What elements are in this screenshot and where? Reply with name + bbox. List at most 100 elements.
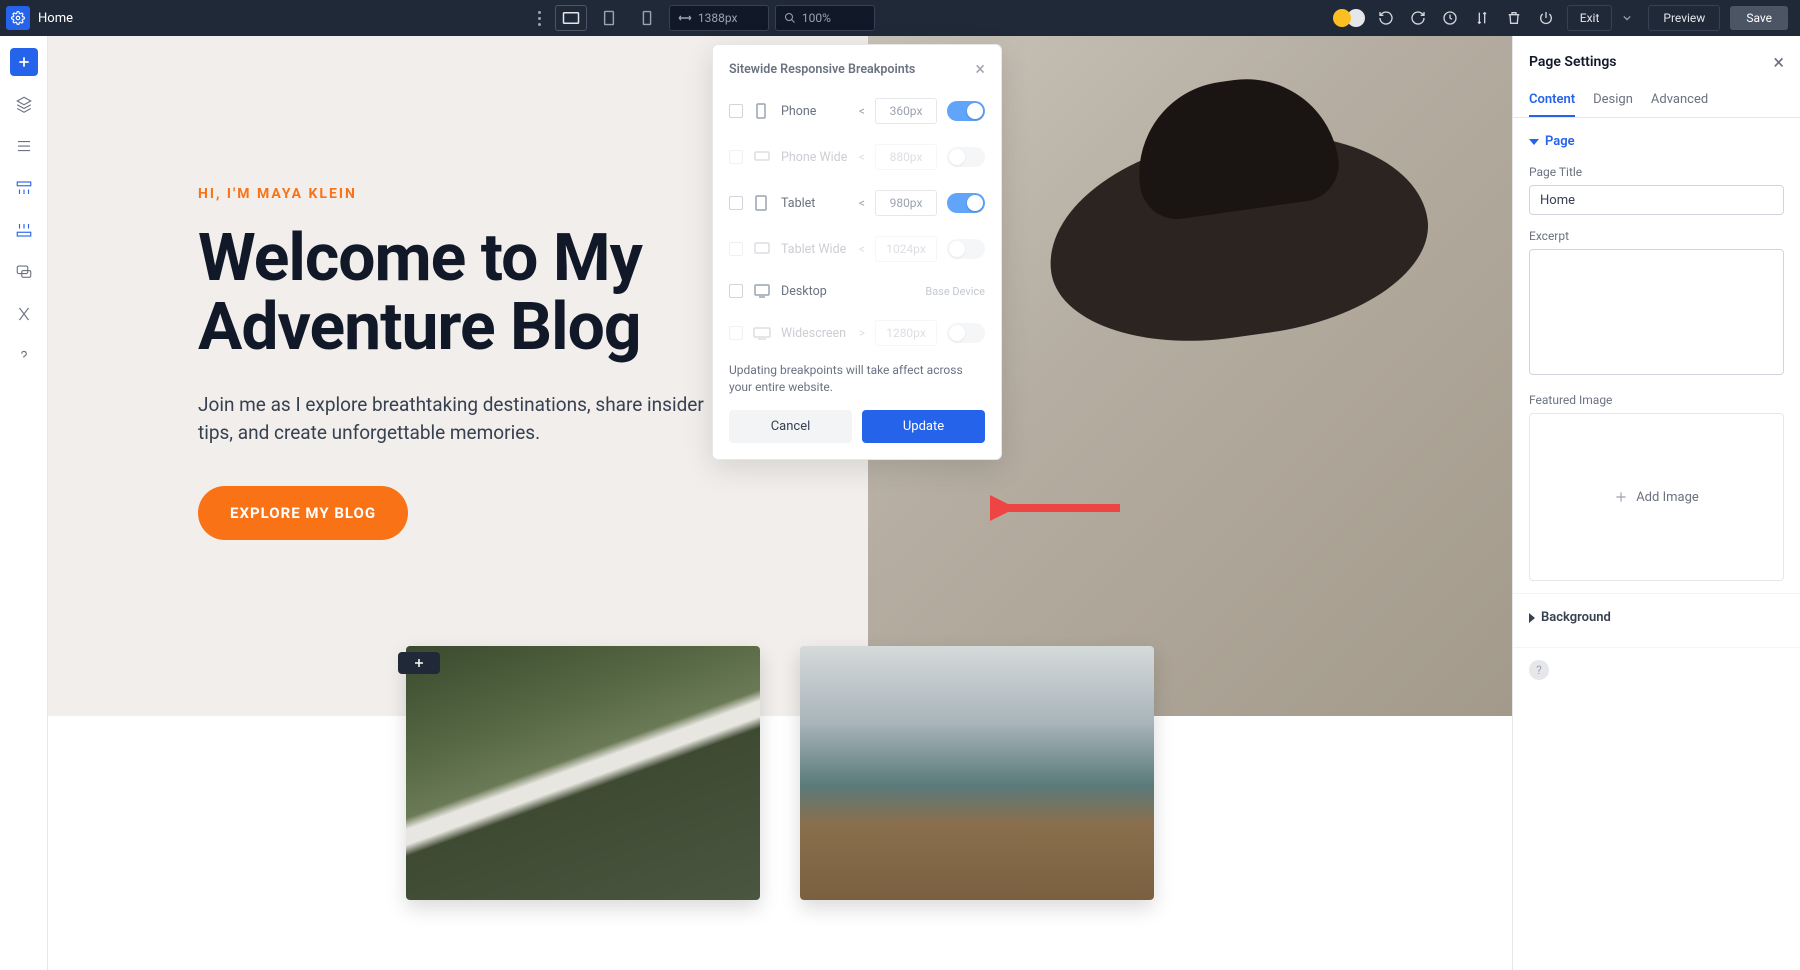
add-element-button[interactable] [10,48,38,76]
tab-advanced[interactable]: Advanced [1651,84,1708,117]
modal-actions: Cancel Update [713,410,1001,459]
sort-button[interactable] [1471,7,1493,29]
breakpoint-checkbox[interactable] [729,104,743,118]
panel-header: Page Settings × [1513,36,1800,84]
modal-close-button[interactable]: × [975,59,985,80]
layers-button[interactable] [10,90,38,118]
phone-icon [642,10,652,26]
history-button[interactable] [1439,7,1461,29]
chevron-down-icon [1623,14,1631,22]
breakpoints-list: Phone<360pxPhone Wide<880pxTablet<980pxT… [713,88,1001,356]
breakpoint-toggle[interactable] [947,147,985,167]
hero-subhead[interactable]: Join me as I explore breathtaking destin… [198,391,718,448]
plus-icon [17,55,31,69]
breakpoint-checkbox[interactable] [729,284,743,298]
breakpoint-name: Desktop [781,284,915,299]
cancel-button[interactable]: Cancel [729,410,852,443]
breakpoint-name: Tablet [781,196,849,211]
device-phone-button[interactable] [631,5,663,31]
breakpoint-row: Tablet Wide<1024px [713,226,1001,272]
card-lake[interactable] [800,646,1154,900]
breakpoint-value-input[interactable]: 880px [875,144,937,170]
width-icon [678,13,692,23]
breakpoint-operator: < [859,196,865,210]
undo-button[interactable] [1375,7,1397,29]
breakpoint-operator: < [859,104,865,118]
excerpt-input[interactable] [1529,249,1784,375]
breakpoint-value-input[interactable]: 980px [875,190,937,216]
hero-cta-button[interactable]: EXPLORE MY BLOG [198,486,408,540]
topbar-right: Exit Preview Save [1333,5,1800,31]
preview-button[interactable]: Preview [1648,5,1720,31]
reorder-button[interactable] [10,132,38,160]
topbar-left: Home [0,6,73,30]
page-title-input[interactable] [1529,185,1784,215]
breakpoint-row: Phone<360px [713,88,1001,134]
device-tablet-button[interactable] [593,5,625,31]
device-desktop-button[interactable] [555,5,587,31]
tools-icon [15,305,33,323]
save-button[interactable]: Save [1730,6,1788,30]
breakpoint-checkbox[interactable] [729,150,743,164]
section-background-label: Background [1541,610,1611,625]
add-image-dropzone[interactable]: Add Image [1529,413,1784,581]
panel-title: Page Settings [1529,54,1617,70]
header-icon [15,179,33,197]
modal-title: Sitewide Responsive Breakpoints [729,62,915,77]
question-icon [15,347,33,365]
tools-button[interactable] [10,300,38,328]
cards-row [48,646,1512,900]
footer-builder-button[interactable] [10,216,38,244]
zoom-input[interactable]: 100% [775,5,875,31]
canvas-width-input[interactable]: 1388px [669,5,769,31]
breakpoint-toggle[interactable] [947,323,985,343]
power-button[interactable] [1535,7,1557,29]
sun-icon [1333,9,1351,27]
breakpoint-toggle[interactable] [947,101,985,121]
breakpoint-toggle[interactable] [947,239,985,259]
add-column-button[interactable] [398,652,440,674]
trash-icon [1506,10,1522,26]
modal-note: Updating breakpoints will take affect ac… [713,356,1001,410]
width-value: 1388px [698,11,738,25]
settings-gear-button[interactable] [6,6,30,30]
redo-button[interactable] [1407,7,1429,29]
breakpoint-checkbox[interactable] [729,196,743,210]
device-icon [753,324,771,342]
panel-help-button[interactable]: ? [1529,660,1549,680]
add-image-label: Add Image [1636,490,1699,505]
exit-dropdown[interactable] [1616,7,1638,29]
breakpoint-value-input[interactable]: 360px [875,98,937,124]
update-button[interactable]: Update [862,410,985,443]
trash-button[interactable] [1503,7,1525,29]
header-builder-button[interactable] [10,174,38,202]
device-icon [753,102,771,120]
tab-design[interactable]: Design [1593,84,1633,117]
section-page-header[interactable]: Page [1529,130,1784,159]
undo-icon [1378,10,1394,26]
breakpoint-toggle[interactable] [947,193,985,213]
breakpoint-value-input[interactable]: 1280px [875,320,937,346]
plus-icon [1614,490,1628,504]
power-icon [1538,10,1554,26]
footer-icon [15,221,33,239]
breakpoint-row: DesktopBase Device [713,272,1001,310]
comments-icon [15,263,33,281]
theme-toggle[interactable] [1333,9,1365,27]
section-background-header[interactable]: Background [1529,606,1784,635]
card-waterfall[interactable] [406,646,760,900]
help-button[interactable] [10,342,38,370]
page-title-label: Page Title [1529,165,1784,179]
tab-content[interactable]: Content [1529,84,1575,117]
breakpoint-value-input[interactable]: 1024px [875,236,937,262]
page-name[interactable]: Home [38,11,73,26]
breakpoint-operator: < [859,150,865,164]
exit-button[interactable]: Exit [1567,5,1613,31]
device-icon [753,148,771,166]
breakpoint-checkbox[interactable] [729,242,743,256]
hat-shape [1036,111,1440,362]
comments-button[interactable] [10,258,38,286]
more-options-button[interactable] [531,11,549,26]
breakpoint-checkbox[interactable] [729,326,743,340]
panel-close-button[interactable]: × [1773,50,1784,74]
